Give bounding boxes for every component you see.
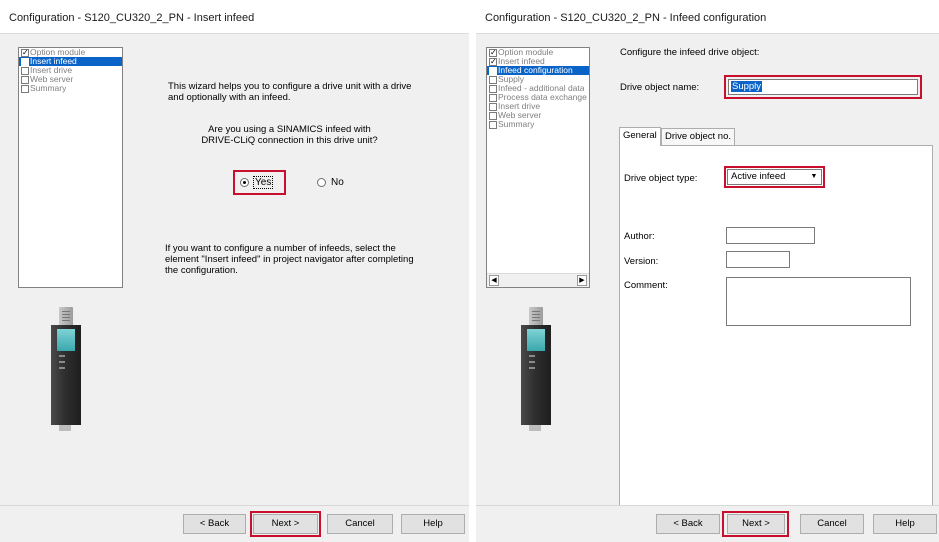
nav-item-label: Insert drive [498,102,541,111]
drive-object-name-input[interactable]: Supply [728,79,918,95]
nav-item-summary[interactable]: Summary [19,84,122,93]
intro-text-line-2: and optionally with an infeed. [168,92,291,103]
checkbox-checked-icon [489,57,497,67]
nav-item-infeed-configuration[interactable]: Infeed configuration [487,66,589,75]
nav-item-option-module[interactable]: Option module [487,48,589,58]
wizard-navigation-tree: Option moduleInsert infeedInsert driveWe… [18,47,123,288]
scroll-right-icon[interactable]: ▶ [577,275,587,286]
radio-no[interactable]: No [317,177,344,188]
checkbox-icon [489,111,497,120]
drive-object-name-label: Drive object name: [620,82,700,93]
drive-module-image [521,307,553,433]
nav-item-web-server[interactable]: Web server [19,75,122,84]
nav-item-label: Option module [498,48,554,57]
question-text-line-1: Are you using a SINAMICS infeed with [208,124,371,135]
nav-item-label: Summary [498,120,535,129]
horizontal-scrollbar[interactable]: ◀ ▶ [487,273,589,287]
radio-selected-icon [240,178,249,187]
dropdown-arrow-icon[interactable]: ▼ [809,171,819,183]
checkbox-icon [21,66,29,75]
help-button[interactable]: Help [873,514,937,534]
hint-text-line-2: element "Insert infeed" in project navig… [165,254,414,265]
nav-item-label: Insert infeed [30,57,77,66]
back-button[interactable]: < Back [656,514,720,534]
back-button[interactable]: < Back [183,514,246,534]
nav-item-label: Insert infeed [498,57,545,66]
footer-separator [0,505,469,506]
checkbox-icon [21,57,29,66]
title-bar: Configuration - S120_CU320_2_PN - Insert… [0,0,469,34]
nav-item-option-module[interactable]: Option module [19,48,122,58]
checkbox-checked-icon [21,48,29,58]
insert-infeed-dialog: Configuration - S120_CU320_2_PN - Insert… [0,0,469,542]
hint-text-line-1: If you want to configure a number of inf… [165,243,396,254]
screenshot-divider [469,0,476,542]
nav-item-label: Summary [30,84,67,93]
nav-item-insert-drive[interactable]: Insert drive [487,102,589,111]
nav-item-label: Infeed configuration [498,66,573,75]
comment-label: Comment: [624,280,668,291]
next-button[interactable]: Next > [253,514,318,534]
nav-item-label: Supply [498,75,524,84]
checkbox-icon [489,84,497,93]
drive-object-name-value: Supply [731,81,763,92]
radio-yes[interactable]: Yes [240,176,274,189]
checkbox-checked-icon [489,48,497,58]
nav-item-process-data-exchange[interactable]: Process data exchange [487,93,589,102]
nav-item-insert-drive[interactable]: Insert drive [19,66,122,75]
checkbox-icon [21,84,29,93]
section-heading: Configure the infeed drive object: [620,47,760,58]
cancel-button[interactable]: Cancel [800,514,864,534]
checkbox-icon [489,102,497,111]
version-input[interactable] [726,251,790,268]
checkbox-icon [489,75,497,84]
nav-item-summary[interactable]: Summary [487,120,589,129]
author-label: Author: [624,231,655,242]
title-bar: Configuration - S120_CU320_2_PN - Infeed… [476,0,939,34]
checkbox-icon [21,75,29,84]
nav-item-supply[interactable]: Supply [487,75,589,84]
intro-text-line-1: This wizard helps you to configure a dri… [168,81,412,92]
nav-item-label: Infeed - additional data [498,84,585,93]
drive-object-type-value: Active infeed [731,171,786,182]
question-text-line-2: DRIVE-CLiQ connection in this drive unit… [201,135,378,146]
tab-general[interactable]: General [619,127,661,146]
drive-module-image [51,307,83,433]
infeed-configuration-dialog: Configuration - S120_CU320_2_PN - Infeed… [476,0,939,542]
nav-item-infeed-additional-data[interactable]: Infeed - additional data [487,84,589,93]
comment-input[interactable] [726,277,911,326]
footer-separator [476,505,939,506]
nav-item-label: Web server [498,111,542,120]
checkbox-icon [489,93,497,102]
radio-no-label: No [331,177,344,188]
next-button[interactable]: Next > [727,514,785,534]
checkbox-icon [489,120,497,129]
checkbox-icon [489,66,497,75]
nav-item-label: Web server [30,75,74,84]
nav-item-label: Option module [30,48,86,57]
drive-object-type-label: Drive object type: [624,173,698,184]
cancel-button[interactable]: Cancel [327,514,393,534]
nav-item-web-server[interactable]: Web server [487,111,589,120]
version-label: Version: [624,256,659,267]
tab-drive-object-no[interactable]: Drive object no. [661,128,736,145]
dialog-title: Configuration - S120_CU320_2_PN - Infeed… [485,12,767,24]
nav-item-insert-infeed[interactable]: Insert infeed [487,57,589,67]
help-button[interactable]: Help [401,514,465,534]
radio-icon [317,178,326,187]
radio-yes-label: Yes [252,176,274,189]
scroll-left-icon[interactable]: ◀ [489,275,499,286]
nav-item-label: Process data exchange [498,93,587,102]
author-input[interactable] [726,227,815,244]
drive-object-type-select[interactable]: Active infeed ▼ [727,169,822,185]
nav-item-insert-infeed[interactable]: Insert infeed [19,57,122,66]
dialog-title: Configuration - S120_CU320_2_PN - Insert… [9,12,255,24]
nav-item-label: Insert drive [30,66,73,75]
wizard-navigation-tree: Option moduleInsert infeedInfeed configu… [486,47,590,288]
hint-text-line-3: the configuration. [165,265,238,276]
